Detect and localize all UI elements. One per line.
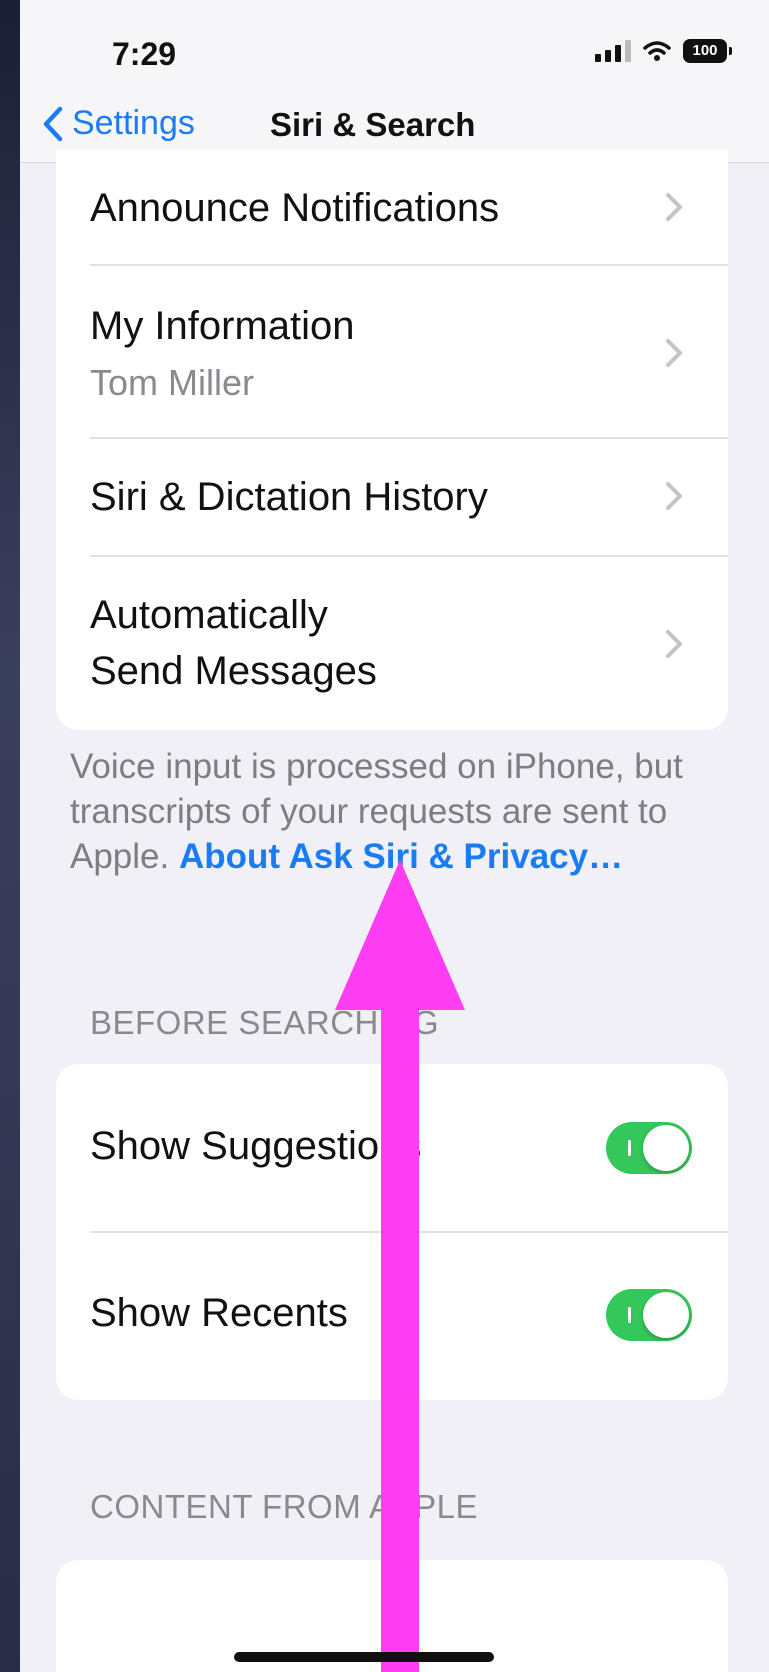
toggle-on-mark — [628, 1140, 631, 1156]
battery-icon: 100 — [683, 39, 732, 63]
annotation-arrow — [335, 860, 465, 1672]
chevron-right-icon — [666, 193, 682, 221]
chevron-left-icon — [43, 106, 63, 141]
siri-dictation-history-row[interactable]: Siri & Dictation History — [56, 439, 728, 555]
show-recents-toggle[interactable] — [606, 1289, 692, 1341]
back-button[interactable]: Settings — [42, 104, 195, 143]
automatically-send-messages-row[interactable]: Automatically Send Messages — [56, 557, 728, 730]
row-label-line1: Automatically — [90, 593, 328, 637]
status-icons: 100 — [595, 38, 732, 64]
toggle-knob — [643, 1292, 689, 1338]
row-sublabel: Tom Miller — [90, 362, 255, 403]
show-suggestions-toggle[interactable] — [606, 1122, 692, 1174]
toggle-knob — [643, 1125, 689, 1171]
status-time: 7:29 — [112, 36, 177, 72]
announce-notifications-row[interactable]: Announce Notifications — [56, 150, 728, 265]
page-title: Siri & Search — [270, 106, 476, 143]
privacy-footer: Voice input is processed on iPhone, but … — [70, 744, 720, 879]
row-label: Show Recents — [90, 1291, 348, 1335]
row-label: Siri & Dictation History — [90, 475, 488, 519]
row-label: My Information — [90, 304, 355, 348]
cellular-signal-icon — [595, 40, 631, 62]
home-indicator — [234, 1652, 494, 1662]
chevron-right-icon — [666, 482, 682, 510]
chevron-right-icon — [666, 630, 682, 658]
row-label-line2: Send Messages — [90, 649, 377, 693]
back-button-label: Settings — [72, 104, 195, 142]
row-label: Announce Notifications — [90, 186, 500, 230]
wifi-icon — [643, 41, 671, 61]
siri-settings-group: Announce Notifications My Information To… — [56, 150, 728, 730]
chevron-right-icon — [666, 339, 682, 367]
toggle-on-mark — [628, 1307, 631, 1323]
my-information-row[interactable]: My Information Tom Miller — [56, 266, 728, 436]
